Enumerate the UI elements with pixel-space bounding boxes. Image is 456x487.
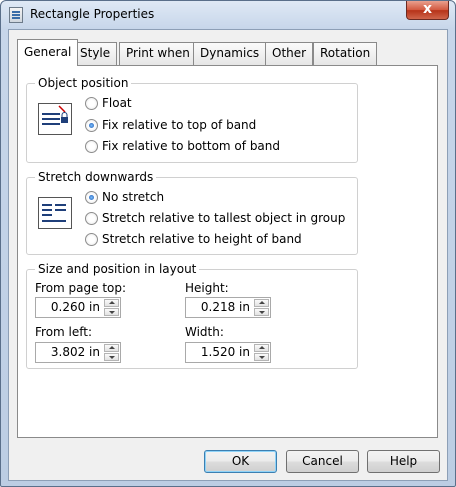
- tab-style[interactable]: Style: [73, 42, 118, 65]
- dialog-window: Rectangle Properties x General Style Pri…: [0, 0, 456, 487]
- width-stepper[interactable]: 1.520 in: [185, 342, 271, 363]
- spin-up-button[interactable]: [254, 299, 269, 307]
- spin-up-button[interactable]: [104, 344, 119, 352]
- size-position-group: Size and position in layout From page to…: [26, 262, 358, 369]
- radio-fix-top[interactable]: Fix relative to top of band: [85, 116, 256, 134]
- tab-print-when[interactable]: Print when: [119, 42, 197, 65]
- spin-up-button[interactable]: [104, 299, 119, 307]
- from-left-stepper[interactable]: 3.802 in: [35, 342, 121, 363]
- from-page-top-label: From page top:: [35, 281, 127, 295]
- height-label: Height:: [185, 281, 229, 295]
- spin-up-button[interactable]: [254, 344, 269, 352]
- general-tab-panel: Object position Float Fix relative to to…: [17, 65, 438, 438]
- radio-button[interactable]: [85, 233, 98, 246]
- document-icon: [9, 7, 23, 23]
- ok-button[interactable]: OK: [204, 450, 277, 473]
- object-position-title: Object position: [35, 76, 132, 90]
- tab-dynamics[interactable]: Dynamics: [193, 42, 267, 65]
- stretch-icon: [38, 197, 72, 229]
- spin-down-button[interactable]: [254, 353, 269, 361]
- from-page-top-stepper[interactable]: 0.260 in: [35, 297, 121, 318]
- radio-no-stretch[interactable]: No stretch: [85, 188, 164, 206]
- radio-button[interactable]: [85, 140, 98, 153]
- radio-stretch-band-height[interactable]: Stretch relative to height of band: [85, 230, 302, 248]
- stretch-title: Stretch downwards: [35, 170, 157, 184]
- tab-rotation[interactable]: Rotation: [313, 42, 378, 65]
- tab-general[interactable]: General: [17, 39, 79, 66]
- stretch-group: Stretch downwards No stretch Stretch rel…: [26, 170, 358, 255]
- width-label: Width:: [185, 325, 224, 339]
- position-icon: [38, 103, 72, 135]
- radio-button[interactable]: [85, 191, 98, 204]
- spin-down-button[interactable]: [104, 308, 119, 316]
- dialog-client: General Style Print when Dynamics Other …: [8, 29, 448, 481]
- radio-button[interactable]: [85, 212, 98, 225]
- help-button[interactable]: Help: [367, 450, 440, 473]
- cancel-button[interactable]: Cancel: [286, 450, 359, 473]
- window-title: Rectangle Properties: [30, 7, 155, 21]
- radio-button[interactable]: [85, 97, 98, 110]
- size-position-title: Size and position in layout: [35, 262, 200, 276]
- title-bar[interactable]: Rectangle Properties x: [1, 1, 455, 29]
- spin-down-button[interactable]: [104, 353, 119, 361]
- tab-other[interactable]: Other: [265, 42, 314, 65]
- height-stepper[interactable]: 0.218 in: [185, 297, 271, 318]
- radio-button[interactable]: [85, 119, 98, 132]
- from-left-label: From left:: [35, 325, 93, 339]
- radio-float[interactable]: Float: [85, 94, 132, 112]
- radio-fix-bottom[interactable]: Fix relative to bottom of band: [85, 137, 280, 155]
- radio-stretch-tallest[interactable]: Stretch relative to tallest object in gr…: [85, 209, 345, 227]
- spin-down-button[interactable]: [254, 308, 269, 316]
- close-button[interactable]: x: [406, 1, 449, 20]
- object-position-group: Object position Float Fix relative to to…: [26, 76, 358, 163]
